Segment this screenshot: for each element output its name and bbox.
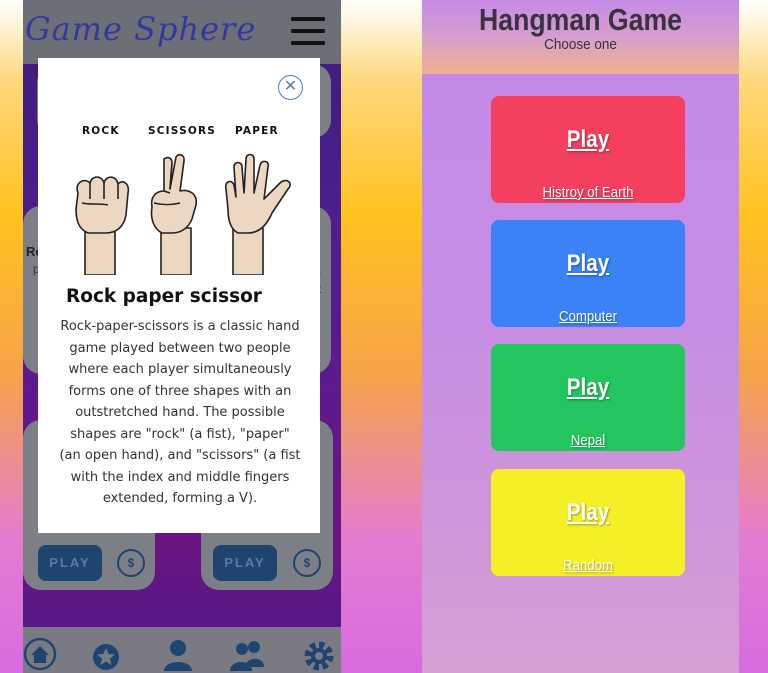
modal-title: Rock paper scissor: [66, 286, 262, 307]
category-card-computer[interactable]: Play Computer: [491, 220, 685, 327]
category-card-nepal[interactable]: Play Nepal: [491, 344, 685, 451]
game-info-modal: ✕ ROCK SCISSORS PAPER Rock paper scissor…: [38, 58, 320, 533]
user-icon[interactable]: [161, 637, 195, 671]
category-name[interactable]: Histroy of Earth: [503, 184, 674, 201]
category-name[interactable]: Computer: [503, 308, 674, 325]
category-name[interactable]: Nepal: [503, 432, 674, 449]
play-link[interactable]: Play: [505, 499, 672, 527]
category-name[interactable]: Random: [503, 557, 674, 574]
category-card-random[interactable]: Play Random: [491, 469, 685, 576]
coins-icon[interactable]: $: [293, 549, 321, 577]
modal-description: Rock-paper-scissors is a classic hand ga…: [59, 319, 301, 506]
paper-label: PAPER: [235, 125, 279, 137]
play-button[interactable]: PLAY: [38, 545, 102, 581]
app-header: Game Sphere: [23, 0, 341, 64]
star-icon[interactable]: [89, 637, 123, 671]
hangman-screen: Hangman Game Choose one Play Histroy of …: [422, 0, 739, 673]
rock-paper-scissors-illustration: [75, 153, 291, 275]
category-card-history[interactable]: Play Histroy of Earth: [491, 96, 685, 203]
scissors-label: SCISSORS: [148, 125, 217, 137]
play-link[interactable]: Play: [505, 126, 672, 154]
gear-icon[interactable]: [302, 639, 336, 673]
coins-icon[interactable]: $: [117, 549, 145, 577]
app-logo: Game Sphere: [25, 10, 257, 48]
page-subtitle: Choose one: [544, 36, 617, 53]
play-button[interactable]: PLAY: [213, 545, 277, 581]
menu-icon[interactable]: [291, 17, 325, 47]
hangman-header: Hangman Game Choose one: [422, 0, 739, 74]
bottom-nav: [23, 627, 341, 673]
users-icon[interactable]: [230, 637, 264, 671]
rock-label: ROCK: [82, 125, 120, 137]
category-list: Play Histroy of Earth Play Computer Play…: [422, 74, 739, 673]
play-link[interactable]: Play: [505, 374, 672, 402]
home-icon[interactable]: [23, 637, 57, 671]
play-link[interactable]: Play: [505, 250, 672, 278]
page-title: Hangman Game: [479, 2, 682, 37]
close-icon[interactable]: ✕: [278, 75, 303, 100]
